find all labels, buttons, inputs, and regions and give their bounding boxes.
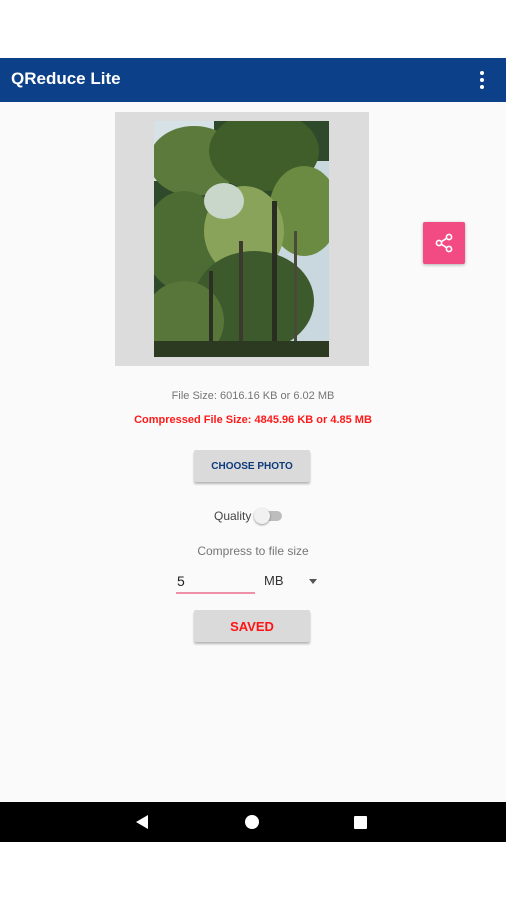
unit-value: MB — [264, 573, 284, 588]
navigation-bar — [0, 802, 506, 842]
more-vert-icon[interactable] — [472, 68, 492, 92]
target-size-input[interactable] — [176, 570, 255, 594]
quality-label: Quality — [214, 509, 252, 523]
home-icon[interactable] — [245, 815, 259, 829]
saved-button[interactable]: SAVED — [194, 610, 310, 642]
photo-preview — [154, 121, 329, 357]
quality-row: Quality — [0, 506, 506, 526]
compress-label: Compress to file size — [197, 544, 309, 558]
recents-icon[interactable] — [354, 816, 367, 829]
app-title: QReduce Lite — [11, 69, 121, 88]
toggle-thumb — [254, 508, 270, 524]
compressed-file-size: Compressed File Size: 4845.96 KB or 4.85… — [134, 414, 372, 426]
choose-photo-button[interactable]: CHOOSE PHOTO — [194, 450, 310, 482]
share-icon — [435, 233, 453, 253]
status-bar — [0, 0, 506, 58]
unit-dropdown[interactable]: MB — [264, 572, 320, 592]
share-button[interactable] — [423, 222, 465, 264]
chevron-down-icon — [309, 579, 317, 584]
quality-toggle[interactable] — [254, 508, 284, 524]
app-bar: QReduce Lite — [0, 58, 506, 102]
image-preview — [115, 112, 369, 366]
original-file-size: File Size: 6016.16 KB or 6.02 MB — [171, 390, 335, 402]
bottom-padding — [0, 842, 506, 900]
back-icon[interactable] — [136, 815, 148, 829]
main-content: File Size: 6016.16 KB or 6.02 MB Compres… — [0, 102, 506, 802]
